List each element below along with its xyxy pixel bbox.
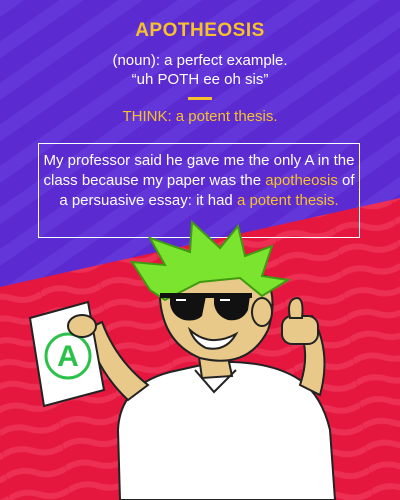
student-illustration: A — [28, 219, 337, 500]
vocab-card: APOTHEOSIS (noun): a perfect example. “u… — [0, 0, 400, 500]
paper-grade: A — [57, 340, 79, 373]
graded-paper: A — [28, 300, 106, 408]
left-hand — [67, 314, 97, 338]
ear — [251, 297, 273, 327]
thumbs-up-hand — [281, 296, 319, 345]
